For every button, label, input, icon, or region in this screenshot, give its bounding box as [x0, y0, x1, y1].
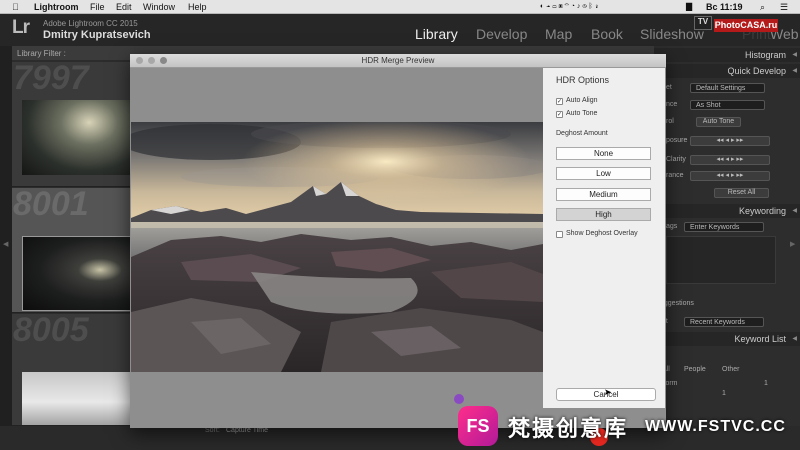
fs-brand-logo: FS	[458, 406, 498, 446]
auto-align-label[interactable]: Auto Align	[566, 97, 598, 104]
decor-dot-icon	[454, 394, 464, 404]
hdr-options-heading: HDR Options	[556, 75, 610, 85]
thumbnail-image[interactable]	[22, 100, 134, 175]
mouse-cursor-icon: ➤	[604, 387, 612, 397]
left-panel-toggle-icon[interactable]: ◀	[3, 240, 8, 248]
right-panel: Histogram Quick Develop et Default Setti…	[654, 46, 800, 426]
right-panel-toggle-icon[interactable]: ▶	[790, 240, 795, 248]
reset-all-button[interactable]: Reset All	[714, 188, 769, 198]
keyword-set-dropdown[interactable]: Recent Keywords	[684, 317, 764, 327]
tv-badge: TV	[694, 16, 712, 30]
user-name: Dmitry Kupratsevich	[43, 29, 151, 41]
auto-tone-button[interactable]: Auto Tone	[696, 117, 741, 127]
cell-index: 7997	[13, 62, 89, 97]
panel-histogram[interactable]: Histogram	[654, 48, 800, 62]
hdr-options-panel: HDR Options ✓ Auto Align ✓ Auto Tone Deg…	[543, 68, 665, 408]
brand-chinese-text: 梵摄创意库	[508, 416, 629, 441]
grid-cell-selected[interactable]: 8001	[12, 188, 134, 313]
hdr-preview-image[interactable]	[131, 122, 543, 372]
panel-quick-develop[interactable]: Quick Develop	[654, 64, 800, 78]
keyword-tags-dropdown[interactable]: Enter Keywords	[684, 222, 764, 232]
sort-label: Sort:	[205, 427, 220, 434]
search-icon[interactable]: ⌕	[760, 1, 765, 13]
module-map[interactable]: Map	[545, 26, 572, 42]
cell-index: 8005	[13, 314, 89, 349]
auto-align-checkbox[interactable]: ✓	[556, 98, 563, 105]
module-develop[interactable]: Develop	[476, 26, 527, 42]
vibrance-stepper[interactable]: ◂◂ ◂ ▸ ▸▸	[690, 171, 770, 181]
menubar-clock[interactable]: Вс 11:19	[706, 1, 743, 13]
cell-index: 8001	[13, 188, 89, 223]
lightroom-logo: Lr	[12, 17, 30, 38]
dialog-title-bar[interactable]: HDR Merge Preview	[130, 54, 666, 68]
vibrance-label: rance	[666, 172, 684, 179]
thumbnail-image[interactable]	[22, 372, 134, 425]
module-library[interactable]: Library	[415, 26, 458, 42]
deghost-amount-label: Deghost Amount	[556, 130, 608, 137]
panel-keywording[interactable]: Keywording	[654, 204, 800, 218]
deghost-none-button[interactable]: None	[556, 147, 651, 160]
module-book[interactable]: Book	[591, 26, 623, 42]
kw-tab-other[interactable]: Other	[722, 366, 740, 373]
dialog-title: HDR Merge Preview	[361, 56, 435, 65]
minimize-dot-icon[interactable]	[148, 57, 155, 64]
preset-label: et	[666, 84, 672, 91]
preset-dropdown[interactable]: Default Settings	[690, 83, 765, 93]
library-filter-bar[interactable]: Library Filter :	[12, 46, 134, 60]
menu-file[interactable]: File	[90, 1, 105, 13]
photocasa-watermark: PhotoCASA.ru	[714, 19, 778, 32]
left-panel-edge[interactable]	[0, 46, 12, 426]
menu-window[interactable]: Window	[143, 1, 175, 13]
auto-tone-checkbox[interactable]: ✓	[556, 111, 563, 118]
menu-edit[interactable]: Edit	[116, 1, 132, 13]
wb-label: nce	[666, 101, 678, 108]
tone-label: rol	[666, 118, 674, 125]
exposure-stepper[interactable]: ◂◂ ◂ ▸ ▸▸	[690, 136, 770, 146]
show-overlay-checkbox[interactable]	[556, 231, 563, 238]
sort-dropdown[interactable]: Capture Time	[226, 427, 268, 434]
zoom-dot-icon[interactable]	[160, 57, 167, 64]
menu-list-icon[interactable]: ☰	[780, 1, 788, 13]
clarity-label: Clarity	[666, 156, 686, 163]
clarity-stepper[interactable]: ◂◂ ◂ ▸ ▸▸	[690, 155, 770, 165]
deghost-low-button[interactable]: Low	[556, 167, 651, 180]
deghost-medium-button[interactable]: Medium	[556, 188, 651, 201]
keyword-textarea[interactable]	[666, 236, 776, 284]
thumbnail-image[interactable]	[22, 236, 134, 311]
exposure-label: posure	[666, 137, 688, 144]
keyword-count: 1	[764, 380, 768, 387]
panel-keyword-list[interactable]: Keyword List	[654, 332, 800, 346]
grid-cell[interactable]: 7997	[12, 62, 134, 187]
app-title: Adobe Lightroom CC 2015	[43, 19, 138, 28]
mac-menubar:  Lightroom File Edit Window Help ◐ ☁ ▭ …	[0, 0, 800, 14]
grid-cell[interactable]: 8005	[12, 314, 134, 426]
auto-tone-label[interactable]: Auto Tone	[566, 110, 597, 117]
apple-icon[interactable]: 	[12, 1, 19, 13]
show-overlay-label[interactable]: Show Deghost Overlay	[566, 230, 638, 237]
menu-app-name[interactable]: Lightroom	[34, 1, 79, 13]
status-icons[interactable]: ◐ ☁ ▭ ▣ ⌔ ◔ ♪ ◷ ᛒ ⇪	[540, 1, 599, 13]
menu-help[interactable]: Help	[188, 1, 207, 13]
keyword-count: 1	[722, 390, 726, 397]
white-balance-dropdown[interactable]: As Shot	[690, 100, 765, 110]
us-flag-icon[interactable]: ▇	[686, 1, 692, 13]
brand-url: WWW.FSTVC.CC	[645, 418, 786, 435]
close-dot-icon[interactable]	[136, 57, 143, 64]
deghost-high-button[interactable]: High	[556, 208, 651, 221]
tags-label: ags	[666, 223, 678, 230]
kw-tab-people[interactable]: People	[684, 366, 706, 373]
